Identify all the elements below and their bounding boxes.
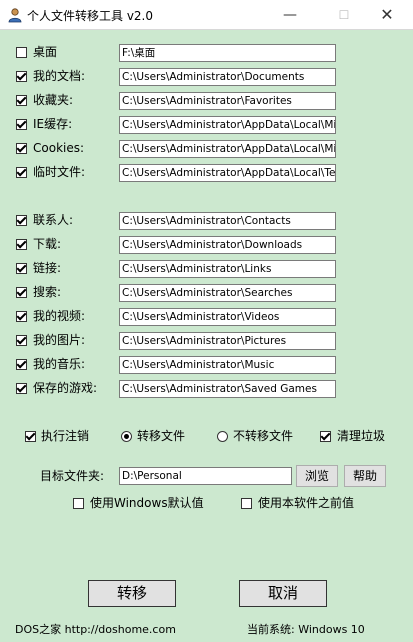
folder-label: 收藏夹: bbox=[33, 93, 74, 107]
help-button[interactable]: 帮助 bbox=[344, 465, 386, 487]
browse-button[interactable]: 浏览 bbox=[296, 465, 338, 487]
transfer-button[interactable]: 转移 bbox=[88, 580, 176, 607]
use-previous-label: 使用本软件之前值 bbox=[258, 496, 355, 510]
minimize-button[interactable]: — bbox=[267, 0, 313, 30]
cancel-button[interactable]: 取消 bbox=[239, 580, 327, 607]
folder-checkbox[interactable] bbox=[16, 215, 27, 226]
folder-path-input[interactable]: C:\Users\Administrator\Videos bbox=[119, 308, 336, 326]
folder-checkbox[interactable] bbox=[16, 71, 27, 82]
folder-label: 链接: bbox=[33, 261, 62, 275]
folder-label: 我的图片: bbox=[33, 333, 86, 347]
folder-checkbox[interactable] bbox=[16, 95, 27, 106]
folder-label: 保存的游戏: bbox=[33, 381, 98, 395]
folder-checkbox[interactable] bbox=[16, 335, 27, 346]
folder-checkbox[interactable] bbox=[16, 311, 27, 322]
maximize-button[interactable]: ☐ bbox=[321, 0, 367, 30]
use-previous-checkbox[interactable] bbox=[241, 498, 252, 509]
folder-checkbox[interactable] bbox=[16, 167, 27, 178]
folder-label: Cookies: bbox=[33, 141, 85, 155]
folder-path-input[interactable]: C:\Users\Administrator\Links bbox=[119, 260, 336, 278]
folder-checkbox[interactable] bbox=[16, 287, 27, 298]
folder-path-input[interactable]: C:\Users\Administrator\Downloads bbox=[119, 236, 336, 254]
no-transfer-radio[interactable] bbox=[217, 431, 228, 442]
close-button[interactable]: ✕ bbox=[364, 0, 410, 30]
folder-checkbox[interactable] bbox=[16, 263, 27, 274]
folder-label: 联系人: bbox=[33, 213, 74, 227]
folder-label: 临时文件: bbox=[33, 165, 86, 179]
app-user-icon bbox=[8, 8, 22, 23]
title-bar: 个人文件转移工具 v2.0 — ☐ ✕ bbox=[0, 0, 413, 30]
use-windows-default-label: 使用Windows默认值 bbox=[90, 496, 204, 510]
run-logoff-checkbox[interactable] bbox=[25, 431, 36, 442]
folder-checkbox[interactable] bbox=[16, 119, 27, 130]
folder-label: 桌面 bbox=[33, 45, 58, 59]
folder-label: 我的视频: bbox=[33, 309, 86, 323]
current-system-label: 当前系统: Windows 10 bbox=[247, 623, 365, 636]
folder-checkbox[interactable] bbox=[16, 359, 27, 370]
target-folder-label: 目标文件夹: bbox=[40, 469, 105, 483]
folder-checkbox[interactable] bbox=[16, 47, 27, 58]
folder-path-input[interactable]: C:\Users\Administrator\AppData\Local\Mic… bbox=[119, 140, 336, 158]
folder-label: IE缓存: bbox=[33, 117, 73, 131]
folder-path-input[interactable]: C:\Users\Administrator\Saved Games bbox=[119, 380, 336, 398]
folder-checkbox[interactable] bbox=[16, 239, 27, 250]
folder-path-input[interactable]: C:\Users\Administrator\Favorites bbox=[119, 92, 336, 110]
transfer-files-label: 转移文件 bbox=[137, 429, 186, 443]
folder-path-input[interactable]: C:\Users\Administrator\AppData\Local\Mic… bbox=[119, 116, 336, 134]
folder-path-input[interactable]: C:\Users\Administrator\Contacts bbox=[119, 212, 336, 230]
folder-path-input[interactable]: F:\桌面 bbox=[119, 44, 336, 62]
target-folder-input[interactable]: D:\Personal bbox=[119, 467, 292, 485]
no-transfer-label: 不转移文件 bbox=[233, 429, 294, 443]
footer-site-link[interactable]: DOS之家 http://doshome.com bbox=[15, 621, 176, 637]
folder-path-input[interactable]: C:\Users\Administrator\AppData\Local\Tem… bbox=[119, 164, 336, 182]
folder-label: 我的文档: bbox=[33, 69, 86, 83]
use-windows-default-checkbox[interactable] bbox=[73, 498, 84, 509]
folder-path-input[interactable]: C:\Users\Administrator\Music bbox=[119, 356, 336, 374]
folder-path-input[interactable]: C:\Users\Administrator\Pictures bbox=[119, 332, 336, 350]
window-title: 个人文件转移工具 v2.0 bbox=[27, 9, 154, 23]
folder-label: 下载: bbox=[33, 237, 62, 251]
folder-label: 我的音乐: bbox=[33, 357, 86, 371]
folder-path-input[interactable]: C:\Users\Administrator\Searches bbox=[119, 284, 336, 302]
folder-label: 搜索: bbox=[33, 285, 62, 299]
clean-junk-checkbox[interactable] bbox=[320, 431, 331, 442]
run-logoff-label: 执行注销 bbox=[41, 429, 90, 443]
transfer-files-radio[interactable] bbox=[121, 431, 132, 442]
folder-checkbox[interactable] bbox=[16, 143, 27, 154]
folder-checkbox[interactable] bbox=[16, 383, 27, 394]
clean-junk-label: 清理垃圾 bbox=[337, 429, 386, 443]
folder-path-input[interactable]: C:\Users\Administrator\Documents bbox=[119, 68, 336, 86]
